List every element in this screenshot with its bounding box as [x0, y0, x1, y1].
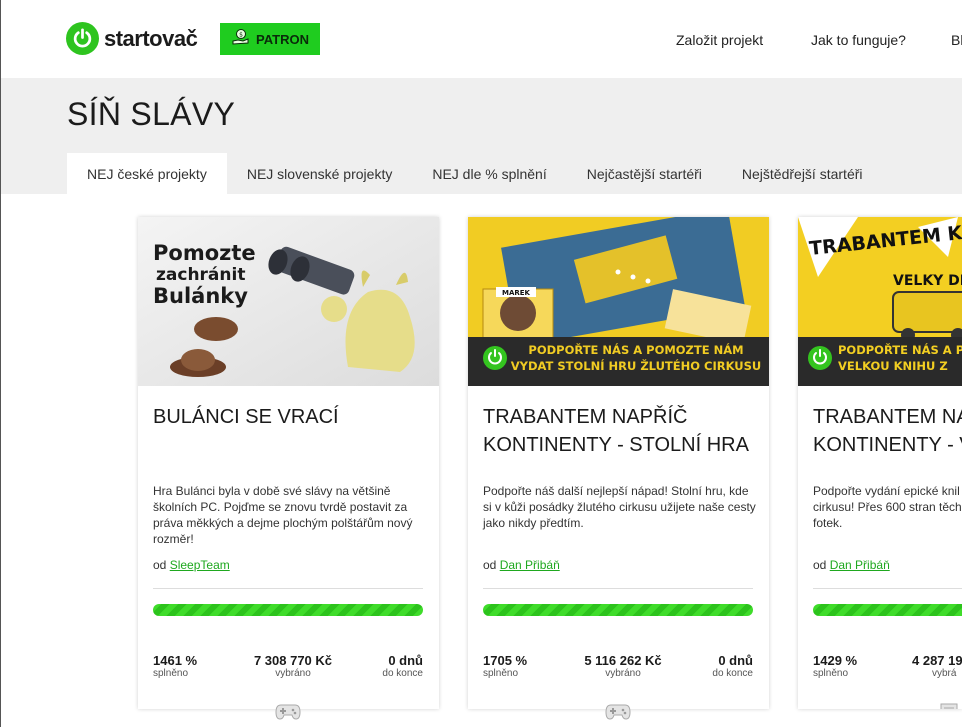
nav-create-project[interactable]: Založit projekt: [676, 32, 763, 48]
patron-button[interactable]: $ PATRON: [220, 23, 320, 55]
days-label: do konce: [712, 668, 753, 679]
logo-text: startovač: [104, 25, 198, 51]
progress-bar: [483, 604, 753, 616]
project-description: Podpořte vydání epické knil cirkusu! Pře…: [813, 484, 962, 530]
stat-amount: 4 287 19 vybrá: [912, 653, 962, 679]
author-link[interactable]: Dan Přibáň: [830, 558, 890, 572]
tab-bar: NEJ české projekty NEJ slovenské projekt…: [67, 153, 883, 194]
tab-most-generous-backers[interactable]: Nejštědřejší startéři: [722, 153, 883, 194]
author-prefix: od: [483, 558, 497, 572]
image-text-line: PODPOŘTE NÁS A PO: [838, 342, 962, 357]
progress-bar: [813, 604, 962, 616]
project-image[interactable]: TRABANTEM K VELKY DE PODPOŘTE NÁS A PO V…: [798, 217, 962, 386]
stat-days: 0 dnů do konce: [368, 653, 423, 679]
percent-label: splněno: [483, 668, 519, 679]
stat-amount: 7 308 770 Kč vybráno: [253, 653, 333, 679]
stat-days: 0 dnů do konce: [698, 653, 753, 679]
page-title: SÍŇ SLÁVY: [67, 96, 236, 132]
percent-value: 1461 %: [153, 653, 198, 668]
amount-value: 5 116 262 Kč: [584, 653, 662, 668]
divider: [153, 588, 423, 589]
author-link[interactable]: SleepTeam: [170, 558, 230, 572]
tab-by-percent[interactable]: NEJ dle % splnění: [412, 153, 566, 194]
patron-label: PATRON: [256, 31, 309, 47]
percent-label: splněno: [813, 668, 849, 679]
divider: [483, 588, 753, 589]
percent-label: splněno: [153, 668, 189, 679]
divider: [813, 588, 962, 589]
amount-label: vybráno: [605, 668, 641, 679]
project-description: Hra Bulánci byla v době své slávy na vět…: [153, 484, 413, 546]
author-prefix: od: [153, 558, 167, 572]
left-border: [0, 194, 1, 727]
nav-how-it-works[interactable]: Jak to funguje?: [811, 32, 906, 48]
project-card[interactable]: TRABANTEM K VELKY DE PODPOŘTE NÁS A PO V…: [798, 217, 962, 709]
image-text-line: Bulánky: [153, 284, 248, 308]
author-prefix: od: [813, 558, 827, 572]
image-text-line: VELKY DE: [893, 273, 962, 289]
gamepad-icon: [605, 701, 631, 721]
progress-bar: [153, 604, 423, 616]
days-value: 0 dnů: [718, 653, 753, 668]
svg-text:$: $: [239, 31, 243, 38]
tab-most-frequent-backers[interactable]: Nejčastější startéři: [567, 153, 722, 194]
project-author: od Dan Přibáň: [483, 558, 560, 572]
gamepad-icon: [275, 701, 301, 721]
project-title[interactable]: TRABANTEM NAPŘÍČ KONTINENTY - STOLNÍ HRA: [483, 403, 763, 459]
stat-percent: 1705 % splněno: [483, 653, 527, 679]
amount-value: 4 287 19: [912, 653, 962, 668]
days-label: do konce: [382, 668, 423, 679]
project-author: od Dan Přibáň: [813, 558, 890, 572]
stat-percent: 1461 % splněno: [153, 653, 197, 679]
project-image[interactable]: MAREK PODPOŘTE NÁS A POMOZTE NÁM VYDAT S…: [468, 217, 769, 386]
image-text-line: VYDAT STOLNÍ HRU ŽLUTÉHO CIRKUSU: [511, 358, 762, 373]
image-text-line: VELKOU KNIHU Z: [838, 359, 948, 373]
money-hand-icon: $: [232, 28, 250, 51]
image-name-tag: MAREK: [502, 289, 531, 297]
amount-label: vybrá: [932, 668, 957, 679]
project-title[interactable]: BULÁNCI SE VRACÍ: [153, 403, 433, 431]
power-icon: [66, 22, 99, 55]
days-value: 0 dnů: [388, 653, 423, 668]
amount-label: vybráno: [275, 668, 311, 679]
top-bar: startovač $ PATRON Založit projekt Jak t…: [0, 0, 962, 78]
project-card[interactable]: Pomozte zachránit Bulánky BULÁNCI SE VRA…: [138, 217, 439, 720]
project-author: od SleepTeam: [153, 558, 230, 572]
tab-slovak-projects[interactable]: NEJ slovenské projekty: [227, 153, 413, 194]
image-text-line: zachránit: [156, 265, 245, 285]
project-title[interactable]: TRABANTEM NA KONTINENTY - V: [813, 403, 962, 459]
image-text-line: PODPOŘTE NÁS A POMOZTE NÁM: [528, 342, 743, 357]
amount-value: 7 308 770 Kč: [253, 653, 333, 668]
image-text-line: Pomozte: [153, 241, 256, 265]
nav-blog[interactable]: Bl: [951, 32, 962, 48]
author-link[interactable]: Dan Přibáň: [500, 558, 560, 572]
stat-amount: 5 116 262 Kč vybráno: [583, 653, 663, 679]
book-icon: [938, 701, 962, 709]
logo[interactable]: startovač: [66, 22, 198, 55]
project-description: Podpořte náš další nejlepší nápad! Stoln…: [483, 484, 756, 530]
stat-percent: 1429 % splněno: [813, 653, 857, 679]
project-image[interactable]: Pomozte zachránit Bulánky: [138, 217, 439, 386]
project-title-text: TRABANTEM NA KONTINENTY - V: [813, 406, 962, 456]
percent-value: 1705 %: [483, 653, 528, 668]
hall-of-fame-banner: SÍŇ SLÁVY NEJ české projekty NEJ slovens…: [0, 78, 962, 194]
project-card[interactable]: MAREK PODPOŘTE NÁS A POMOZTE NÁM VYDAT S…: [468, 217, 769, 720]
tab-czech-projects[interactable]: NEJ české projekty: [67, 153, 227, 194]
percent-value: 1429 %: [813, 653, 858, 668]
